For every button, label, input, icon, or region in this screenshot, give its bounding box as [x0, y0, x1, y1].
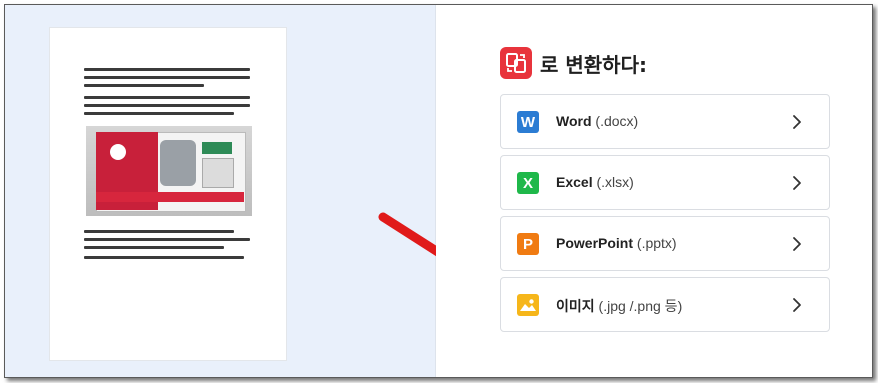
option-extension: (.xlsx) — [596, 174, 634, 190]
convert-option-word[interactable]: W Word (.docx) — [500, 94, 830, 149]
option-name: Excel — [556, 174, 593, 190]
option-name: Word — [556, 113, 592, 129]
option-label: Excel (.xlsx) — [556, 174, 634, 190]
option-name: 이미지 — [556, 298, 595, 314]
document-photo — [86, 126, 252, 216]
option-label: 이미지 (.jpg /.png 등) — [556, 296, 682, 316]
chevron-right-icon — [793, 115, 801, 129]
chevron-right-icon — [793, 298, 801, 312]
option-label: PowerPoint (.pptx) — [556, 235, 677, 251]
chevron-right-icon — [793, 237, 801, 251]
excel-icon: X — [517, 172, 539, 194]
option-extension: (.pptx) — [636, 235, 677, 251]
word-icon: W — [517, 111, 539, 133]
option-extension: (.jpg /.png 등) — [598, 298, 683, 314]
text-line — [84, 256, 244, 259]
convert-icon — [500, 47, 532, 79]
text-line — [84, 84, 204, 87]
text-line — [84, 68, 250, 71]
lg-logo-icon — [110, 144, 126, 160]
option-extension: (.docx) — [595, 113, 639, 129]
option-label: Word (.docx) — [556, 113, 638, 129]
powerpoint-icon: P — [517, 233, 539, 255]
text-line — [84, 230, 234, 233]
document-preview-pane — [5, 5, 436, 377]
convert-option-excel[interactable]: X Excel (.xlsx) — [500, 155, 830, 210]
app-window: 로 변환하다: W Word (.docx) X Excel (.xlsx) P… — [4, 4, 873, 378]
text-line — [84, 238, 250, 241]
text-line — [84, 76, 250, 79]
convert-option-powerpoint[interactable]: P PowerPoint (.pptx) — [500, 216, 830, 271]
convert-option-image[interactable]: 이미지 (.jpg /.png 등) — [500, 277, 830, 332]
convert-heading: 로 변환하다: — [500, 47, 647, 79]
convert-title: 로 변환하다: — [540, 52, 647, 77]
text-line — [84, 96, 250, 99]
text-line — [84, 104, 250, 107]
conversion-pane: 로 변환하다: W Word (.docx) X Excel (.xlsx) P… — [436, 5, 872, 377]
chevron-right-icon — [793, 176, 801, 190]
document-preview-page — [49, 27, 287, 361]
text-line — [84, 112, 234, 115]
text-line — [84, 246, 224, 249]
image-icon — [517, 294, 539, 316]
option-name: PowerPoint — [556, 235, 634, 251]
